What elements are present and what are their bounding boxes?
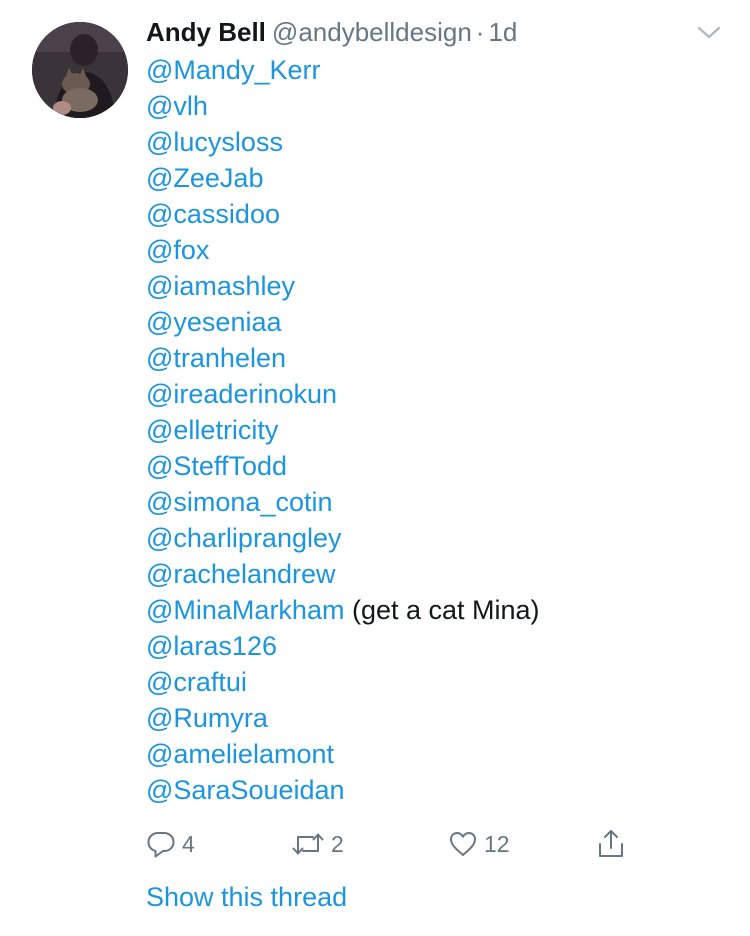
mention-line: @amelielamont: [146, 736, 540, 772]
share-icon: [599, 830, 623, 857]
mention-link[interactable]: @yeseniaa: [146, 307, 282, 337]
show-thread-link[interactable]: Show this thread: [146, 878, 347, 916]
share-button[interactable]: [596, 826, 626, 862]
tweet: Andy Bell @andybelldesign · 1d @Mandy_Kerr …: [0, 0, 750, 936]
mention-link[interactable]: @ireaderinokun: [146, 379, 337, 409]
mention-line: @ireaderinokun: [146, 376, 540, 412]
avatar[interactable]: [32, 22, 128, 118]
reply-button[interactable]: 4: [146, 826, 195, 862]
separator-dot: ·: [475, 17, 485, 47]
mention-line: @SaraSoueidan: [146, 772, 540, 808]
author-name[interactable]: Andy Bell: [146, 17, 266, 47]
retweet-button[interactable]: 2: [291, 826, 344, 862]
mention-line: @tranhelen: [146, 340, 540, 376]
timestamp[interactable]: 1d: [488, 17, 517, 47]
like-button[interactable]: 12: [448, 826, 510, 862]
mention-line: @elletricity: [146, 412, 540, 448]
mention-link[interactable]: @craftui: [146, 667, 247, 697]
mention-link[interactable]: @Mandy_Kerr: [146, 55, 320, 85]
mention-line: @rachelandrew: [146, 556, 540, 592]
mention-link[interactable]: @charliprangley: [146, 523, 342, 553]
reply-icon: [147, 832, 175, 858]
tweet-text: @Mandy_Kerr @vlh @lucysloss @ZeeJab @cas…: [146, 52, 540, 808]
mention-link[interactable]: @iamashley: [146, 271, 295, 301]
mention-line: @simona_cotin: [146, 484, 540, 520]
mention-line: @ZeeJab: [146, 160, 540, 196]
heart-icon: [450, 832, 476, 856]
mention-note: (get a cat Mina): [344, 595, 540, 625]
author-handle[interactable]: @andybelldesign: [272, 17, 472, 47]
like-count: 12: [484, 830, 510, 857]
mention-link[interactable]: @tranhelen: [146, 343, 286, 373]
chevron-down-icon[interactable]: [696, 20, 722, 46]
mention-line: @cassidoo: [146, 196, 540, 232]
tweet-header: Andy Bell @andybelldesign · 1d: [146, 15, 517, 49]
reply-count: 4: [182, 830, 195, 857]
retweet-icon: [292, 833, 324, 855]
mention-link[interactable]: @Rumyra: [146, 703, 268, 733]
retweet-count: 2: [331, 830, 344, 857]
mention-link[interactable]: @amelielamont: [146, 739, 334, 769]
mention-link[interactable]: @MinaMarkham: [146, 595, 344, 625]
mention-link[interactable]: @ZeeJab: [146, 163, 263, 193]
mention-line: @fox: [146, 232, 540, 268]
avatar-image: [32, 22, 128, 118]
mention-line: @charliprangley: [146, 520, 540, 556]
mention-line: @Mandy_Kerr: [146, 52, 540, 88]
mention-link[interactable]: @elletricity: [146, 415, 278, 445]
mention-line: @iamashley: [146, 268, 540, 304]
mention-link[interactable]: @simona_cotin: [146, 487, 333, 517]
mention-link[interactable]: @SteffTodd: [146, 451, 287, 481]
mention-line: @lucysloss: [146, 124, 540, 160]
mention-link[interactable]: @SaraSoueidan: [146, 775, 345, 805]
mention-link[interactable]: @fox: [146, 235, 209, 265]
tweet-actions: 4 2 12: [146, 826, 646, 862]
mention-link[interactable]: @laras126: [146, 631, 277, 661]
mention-link[interactable]: @lucysloss: [146, 127, 283, 157]
mention-link[interactable]: @vlh: [146, 91, 208, 121]
mention-line: @MinaMarkham (get a cat Mina): [146, 592, 540, 628]
mention-line: @craftui: [146, 664, 540, 700]
mention-line: @vlh: [146, 88, 540, 124]
mention-line: @yeseniaa: [146, 304, 540, 340]
mention-link[interactable]: @rachelandrew: [146, 559, 336, 589]
mention-line: @laras126: [146, 628, 540, 664]
mention-line: @Rumyra: [146, 700, 540, 736]
mention-link[interactable]: @cassidoo: [146, 199, 280, 229]
mention-line: @SteffTodd: [146, 448, 540, 484]
